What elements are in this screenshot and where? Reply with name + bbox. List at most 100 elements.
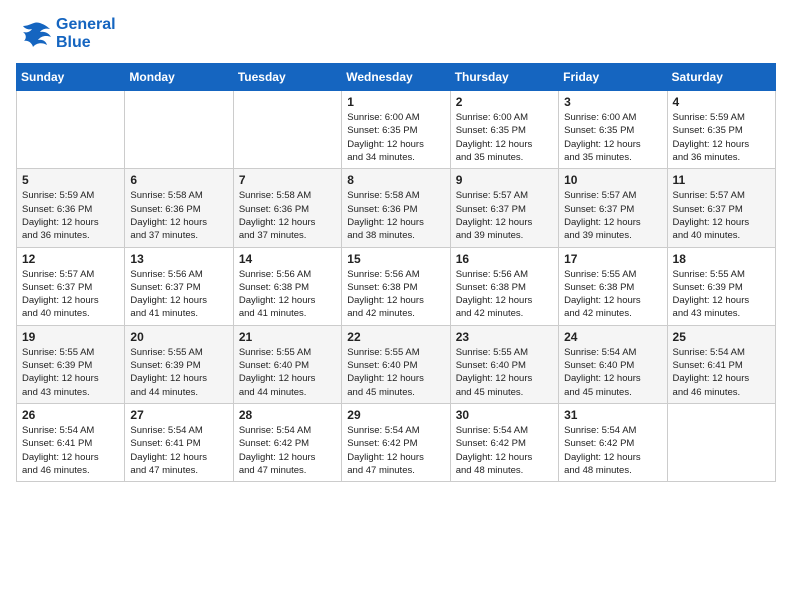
day-info: Sunrise: 5:59 AM Sunset: 6:35 PM Dayligh…: [673, 111, 770, 164]
day-info: Sunrise: 5:58 AM Sunset: 6:36 PM Dayligh…: [347, 189, 444, 242]
logo-blue: Blue: [56, 34, 116, 52]
calendar-day-19: 19 Sunrise: 5:55 AM Sunset: 6:39 PM Dayli…: [17, 325, 125, 403]
day-number: 25: [673, 330, 770, 344]
calendar-week-row: 26 Sunrise: 5:54 AM Sunset: 6:41 PM Dayli…: [17, 403, 776, 481]
day-info: Sunrise: 5:55 AM Sunset: 6:38 PM Dayligh…: [564, 268, 661, 321]
page-header: General Blue: [16, 16, 776, 51]
day-info: Sunrise: 5:54 AM Sunset: 6:41 PM Dayligh…: [673, 346, 770, 399]
day-info: Sunrise: 5:57 AM Sunset: 6:37 PM Dayligh…: [22, 268, 119, 321]
weekday-header-wednesday: Wednesday: [342, 64, 450, 91]
day-number: 22: [347, 330, 444, 344]
calendar-day-22: 22 Sunrise: 5:55 AM Sunset: 6:40 PM Dayli…: [342, 325, 450, 403]
calendar-day-15: 15Sunrise: 5:56 AM Sunset: 6:38 PM Dayli…: [342, 247, 450, 325]
day-info: Sunrise: 5:58 AM Sunset: 6:36 PM Dayligh…: [239, 189, 336, 242]
day-number: 4: [673, 95, 770, 109]
day-info: Sunrise: 5:54 AM Sunset: 6:42 PM Dayligh…: [456, 424, 553, 477]
day-number: 19: [22, 330, 119, 344]
day-number: 15: [347, 252, 444, 266]
logo: General Blue: [16, 16, 116, 51]
calendar-day-1: 1 Sunrise: 6:00 AM Sunset: 6:35 PM Daylig…: [342, 91, 450, 169]
day-info: Sunrise: 5:54 AM Sunset: 6:42 PM Dayligh…: [239, 424, 336, 477]
calendar-day-28: 28 Sunrise: 5:54 AM Sunset: 6:42 PM Dayli…: [233, 403, 341, 481]
day-number: 13: [130, 252, 227, 266]
weekday-header-sunday: Sunday: [17, 64, 125, 91]
day-info: Sunrise: 5:54 AM Sunset: 6:41 PM Dayligh…: [22, 424, 119, 477]
day-info: Sunrise: 5:58 AM Sunset: 6:36 PM Dayligh…: [130, 189, 227, 242]
calendar-day-27: 27 Sunrise: 5:54 AM Sunset: 6:41 PM Dayli…: [125, 403, 233, 481]
calendar-day-7: 7 Sunrise: 5:58 AM Sunset: 6:36 PM Daylig…: [233, 169, 341, 247]
calendar-week-row: 19 Sunrise: 5:55 AM Sunset: 6:39 PM Dayli…: [17, 325, 776, 403]
calendar-empty-cell: [125, 91, 233, 169]
day-info: Sunrise: 5:55 AM Sunset: 6:39 PM Dayligh…: [130, 346, 227, 399]
calendar-day-3: 3 Sunrise: 6:00 AM Sunset: 6:35 PM Daylig…: [559, 91, 667, 169]
day-number: 7: [239, 173, 336, 187]
day-number: 28: [239, 408, 336, 422]
day-number: 27: [130, 408, 227, 422]
calendar-day-30: 30 Sunrise: 5:54 AM Sunset: 6:42 PM Dayli…: [450, 403, 558, 481]
calendar-day-17: 17 Sunrise: 5:55 AM Sunset: 6:38 PM Dayli…: [559, 247, 667, 325]
day-number: 9: [456, 173, 553, 187]
logo-bird-icon: [16, 19, 52, 49]
calendar-table: SundayMondayTuesdayWednesdayThursdayFrid…: [16, 63, 776, 482]
day-number: 5: [22, 173, 119, 187]
day-info: Sunrise: 5:57 AM Sunset: 6:37 PM Dayligh…: [456, 189, 553, 242]
day-number: 2: [456, 95, 553, 109]
day-info: Sunrise: 5:54 AM Sunset: 6:41 PM Dayligh…: [130, 424, 227, 477]
weekday-header-monday: Monday: [125, 64, 233, 91]
day-info: Sunrise: 5:56 AM Sunset: 6:38 PM Dayligh…: [456, 268, 553, 321]
day-info: Sunrise: 5:56 AM Sunset: 6:37 PM Dayligh…: [130, 268, 227, 321]
day-info: Sunrise: 6:00 AM Sunset: 6:35 PM Dayligh…: [564, 111, 661, 164]
day-number: 24: [564, 330, 661, 344]
calendar-day-13: 13 Sunrise: 5:56 AM Sunset: 6:37 PM Dayli…: [125, 247, 233, 325]
day-info: Sunrise: 5:55 AM Sunset: 6:40 PM Dayligh…: [347, 346, 444, 399]
calendar-empty-cell: [233, 91, 341, 169]
calendar-empty-cell: [667, 403, 775, 481]
logo-text: General Blue: [56, 16, 116, 51]
day-number: 6: [130, 173, 227, 187]
day-info: Sunrise: 6:00 AM Sunset: 6:35 PM Dayligh…: [347, 111, 444, 164]
calendar-day-14: 14 Sunrise: 5:56 AM Sunset: 6:38 PM Dayli…: [233, 247, 341, 325]
calendar-empty-cell: [17, 91, 125, 169]
weekday-header-row: SundayMondayTuesdayWednesdayThursdayFrid…: [17, 64, 776, 91]
day-number: 12: [22, 252, 119, 266]
day-number: 16: [456, 252, 553, 266]
day-number: 20: [130, 330, 227, 344]
day-number: 21: [239, 330, 336, 344]
day-number: 18: [673, 252, 770, 266]
logo-general: General: [56, 16, 116, 33]
day-number: 30: [456, 408, 553, 422]
day-number: 31: [564, 408, 661, 422]
calendar-day-9: 9 Sunrise: 5:57 AM Sunset: 6:37 PM Daylig…: [450, 169, 558, 247]
day-number: 3: [564, 95, 661, 109]
calendar-day-11: 11 Sunrise: 5:57 AM Sunset: 6:37 PM Dayli…: [667, 169, 775, 247]
day-info: Sunrise: 5:59 AM Sunset: 6:36 PM Dayligh…: [22, 189, 119, 242]
calendar-day-21: 21Sunrise: 5:55 AM Sunset: 6:40 PM Dayli…: [233, 325, 341, 403]
calendar-day-16: 16 Sunrise: 5:56 AM Sunset: 6:38 PM Dayli…: [450, 247, 558, 325]
weekday-header-tuesday: Tuesday: [233, 64, 341, 91]
day-number: 23: [456, 330, 553, 344]
calendar-day-5: 5 Sunrise: 5:59 AM Sunset: 6:36 PM Daylig…: [17, 169, 125, 247]
day-info: Sunrise: 5:57 AM Sunset: 6:37 PM Dayligh…: [673, 189, 770, 242]
calendar-day-26: 26 Sunrise: 5:54 AM Sunset: 6:41 PM Dayli…: [17, 403, 125, 481]
day-number: 14: [239, 252, 336, 266]
day-info: Sunrise: 5:55 AM Sunset: 6:40 PM Dayligh…: [456, 346, 553, 399]
day-info: Sunrise: 5:57 AM Sunset: 6:37 PM Dayligh…: [564, 189, 661, 242]
day-number: 1: [347, 95, 444, 109]
calendar-week-row: 1 Sunrise: 6:00 AM Sunset: 6:35 PM Daylig…: [17, 91, 776, 169]
day-number: 8: [347, 173, 444, 187]
calendar-week-row: 5 Sunrise: 5:59 AM Sunset: 6:36 PM Daylig…: [17, 169, 776, 247]
day-info: Sunrise: 6:00 AM Sunset: 6:35 PM Dayligh…: [456, 111, 553, 164]
calendar-day-25: 25 Sunrise: 5:54 AM Sunset: 6:41 PM Dayli…: [667, 325, 775, 403]
day-number: 26: [22, 408, 119, 422]
calendar-day-24: 24Sunrise: 5:54 AM Sunset: 6:40 PM Dayli…: [559, 325, 667, 403]
day-info: Sunrise: 5:56 AM Sunset: 6:38 PM Dayligh…: [239, 268, 336, 321]
day-info: Sunrise: 5:55 AM Sunset: 6:39 PM Dayligh…: [673, 268, 770, 321]
calendar-day-31: 31Sunrise: 5:54 AM Sunset: 6:42 PM Dayli…: [559, 403, 667, 481]
calendar-day-10: 10Sunrise: 5:57 AM Sunset: 6:37 PM Dayli…: [559, 169, 667, 247]
calendar-day-2: 2 Sunrise: 6:00 AM Sunset: 6:35 PM Daylig…: [450, 91, 558, 169]
day-number: 17: [564, 252, 661, 266]
calendar-week-row: 12 Sunrise: 5:57 AM Sunset: 6:37 PM Dayli…: [17, 247, 776, 325]
day-number: 11: [673, 173, 770, 187]
day-info: Sunrise: 5:55 AM Sunset: 6:39 PM Dayligh…: [22, 346, 119, 399]
day-info: Sunrise: 5:54 AM Sunset: 6:42 PM Dayligh…: [347, 424, 444, 477]
